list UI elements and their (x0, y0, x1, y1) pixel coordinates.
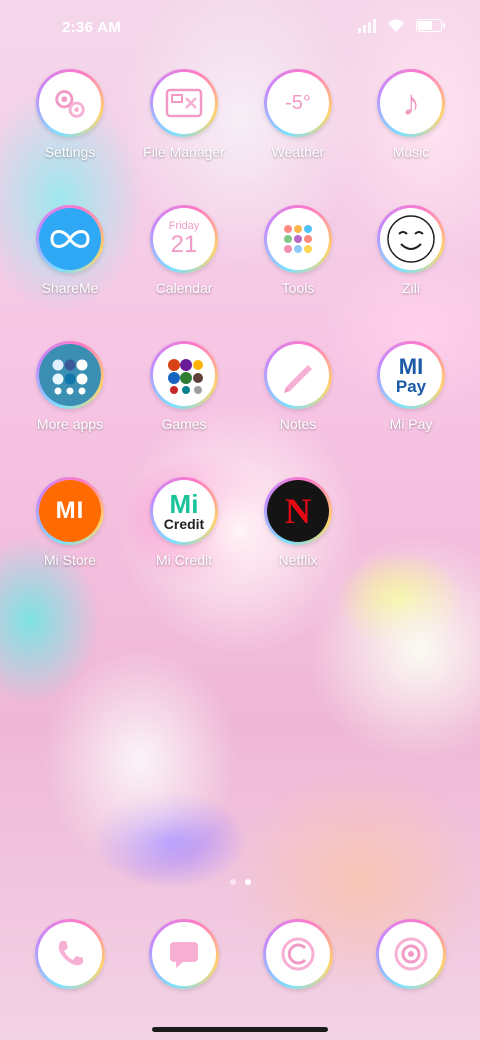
notes-icon (264, 341, 332, 409)
settings-icon (36, 69, 104, 137)
app-settings[interactable]: Settings (14, 69, 126, 160)
app-mi-credit[interactable]: Mi Credit Mi Credit (128, 477, 240, 568)
app-mi-pay[interactable]: MI Pay Mi Pay (355, 341, 467, 432)
folder-more-apps[interactable]: More apps (14, 341, 126, 432)
folder-tools[interactable]: Tools (242, 205, 354, 296)
folder-icon (150, 69, 218, 137)
dock-phone[interactable] (14, 919, 126, 989)
more-apps-folder-icon (36, 341, 104, 409)
clock: 2:36 AM (62, 19, 122, 36)
app-weather[interactable]: -5° Weather (242, 69, 354, 160)
app-shareme[interactable]: ShareMe (14, 205, 126, 296)
cellular-signal-icon (358, 18, 376, 33)
mi-store-icon: MI (36, 477, 104, 545)
phone-icon (35, 919, 105, 989)
status-bar: 2:36 AM (0, 0, 480, 56)
calendar-icon: Friday 21 (150, 205, 218, 273)
zili-face-icon (377, 205, 445, 273)
dock-camera[interactable] (355, 919, 467, 989)
app-calendar[interactable]: Friday 21 Calendar (128, 205, 240, 296)
app-netflix[interactable]: N Netflix (242, 477, 354, 568)
shareme-icon (36, 205, 104, 273)
mi-credit-icon: Mi Credit (150, 477, 218, 545)
app-music[interactable]: ♪ Music (355, 69, 467, 160)
page-dot[interactable] (229, 879, 236, 885)
battery-icon (416, 19, 445, 32)
games-folder-icon (150, 341, 218, 409)
music-note-icon: ♪ (377, 69, 445, 137)
wifi-icon (388, 19, 404, 32)
folder-games[interactable]: Games (128, 341, 240, 432)
browser-icon (263, 919, 333, 989)
camera-icon (376, 919, 446, 989)
page-indicator (0, 879, 480, 885)
netflix-icon: N (264, 477, 332, 545)
app-zili[interactable]: Zili (355, 205, 467, 296)
app-notes[interactable]: Notes (242, 341, 354, 432)
dock-browser[interactable] (242, 919, 354, 989)
home-indicator[interactable] (152, 1027, 328, 1032)
messages-icon (149, 919, 219, 989)
app-file-manager[interactable]: File Manager (128, 69, 240, 160)
dock-messages[interactable] (128, 919, 240, 989)
app-mi-store[interactable]: MI Mi Store (14, 477, 126, 568)
weather-icon: -5° (264, 69, 332, 137)
page-dot-active[interactable] (244, 879, 251, 885)
mi-pay-icon: MI Pay (377, 341, 445, 409)
tools-folder-icon (264, 205, 332, 273)
